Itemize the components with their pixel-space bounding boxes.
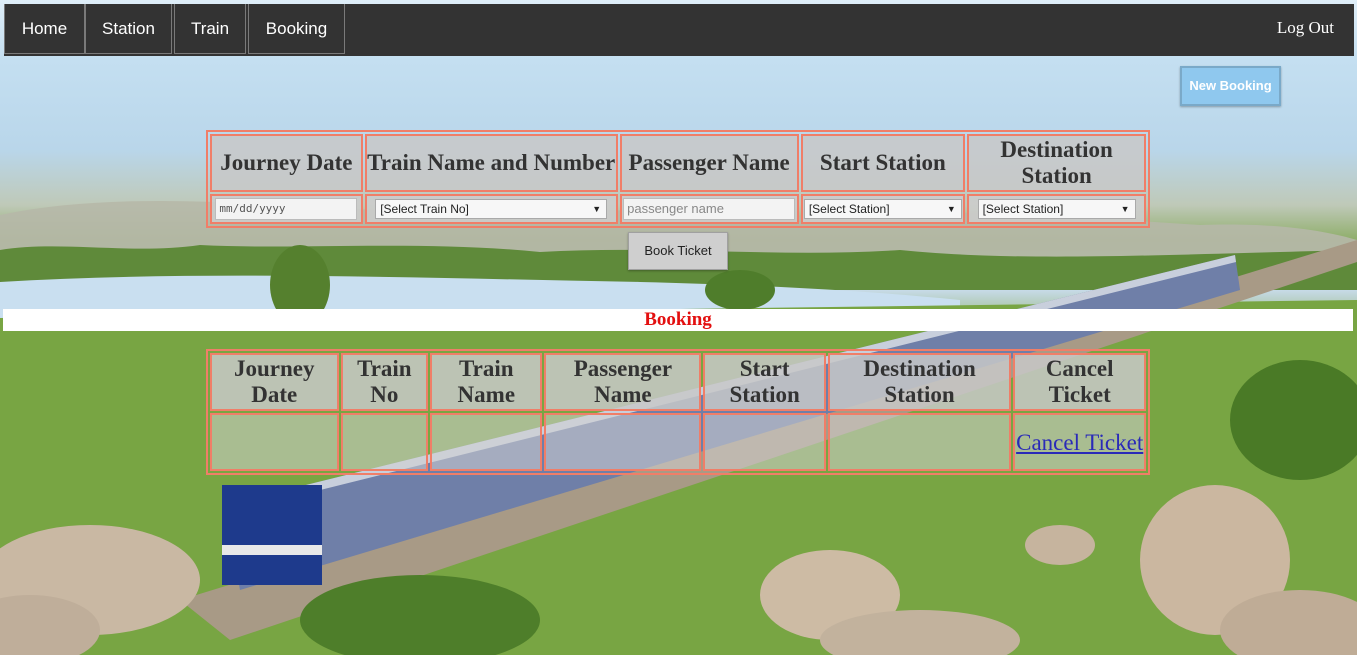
table-row: Cancel Ticket (210, 413, 1146, 471)
nav-train[interactable]: Train (174, 4, 246, 54)
book-ticket-button[interactable]: Book Ticket (628, 232, 728, 270)
cell-destination-station: [Select Station] ▼ (967, 194, 1146, 224)
passenger-name-input[interactable]: passenger name (623, 198, 796, 220)
col-cancel-ticket: Cancel Ticket (1013, 353, 1146, 411)
header-passenger-name: Passenger Name (619, 134, 799, 192)
cell-destination-station (827, 413, 1012, 471)
bush (705, 270, 775, 310)
col-destination-station: Destination Station (827, 353, 1012, 411)
col-start-station: Start Station (703, 353, 826, 411)
start-station-value: [Select Station] (808, 202, 890, 216)
destination-station-select[interactable]: [Select Station] ▼ (977, 199, 1136, 219)
locomotive (222, 485, 322, 585)
cell-start-station: [Select Station] ▼ (800, 194, 966, 224)
locomotive-stripe (222, 545, 322, 555)
booking-form-table: Journey Date Train Name and Number Passe… (206, 130, 1150, 228)
top-nav-bar: Home Station Train Booking Log Out (4, 4, 1354, 56)
header-destination-station: Destination Station (967, 134, 1146, 192)
cell-train-select: [Select Train No] ▼ (364, 194, 618, 224)
chevron-down-icon: ▼ (592, 204, 602, 214)
new-booking-button[interactable]: New Booking (1180, 66, 1281, 106)
col-passenger-name: Passenger Name (544, 353, 702, 411)
cell-passenger-name (544, 413, 702, 471)
nav-booking[interactable]: Booking (248, 4, 345, 54)
logout-link[interactable]: Log Out (1277, 18, 1334, 38)
bookings-table: Journey Date Train No Train Name Passeng… (206, 349, 1150, 475)
nav-station[interactable]: Station (85, 4, 172, 54)
header-start-station: Start Station (800, 134, 966, 192)
nav-home[interactable]: Home (4, 4, 85, 54)
col-train-no: Train No (340, 353, 429, 411)
cancel-ticket-link[interactable]: Cancel Ticket (1016, 430, 1143, 455)
journey-date-input[interactable]: mm/dd/yyyy (215, 198, 358, 220)
cell-start-station (703, 413, 826, 471)
start-station-select[interactable]: [Select Station] ▼ (803, 199, 962, 219)
section-title: Booking (3, 309, 1353, 331)
chevron-down-icon: ▼ (946, 204, 956, 214)
chevron-down-icon: ▼ (1120, 204, 1130, 214)
cell-passenger-name: passenger name (619, 194, 799, 224)
cell-train-no (340, 413, 429, 471)
col-journey-date: Journey Date (210, 353, 339, 411)
cell-journey-date: mm/dd/yyyy (210, 194, 363, 224)
cell-train-name (430, 413, 543, 471)
cell-journey-date (210, 413, 339, 471)
rock (1025, 525, 1095, 565)
cell-cancel: Cancel Ticket (1013, 413, 1146, 471)
train-select[interactable]: [Select Train No] ▼ (375, 199, 608, 219)
train-select-value: [Select Train No] (380, 202, 469, 216)
col-train-name: Train Name (430, 353, 543, 411)
header-journey-date: Journey Date (210, 134, 363, 192)
header-train-name-number: Train Name and Number (364, 134, 618, 192)
destination-station-value: [Select Station] (982, 202, 1064, 216)
